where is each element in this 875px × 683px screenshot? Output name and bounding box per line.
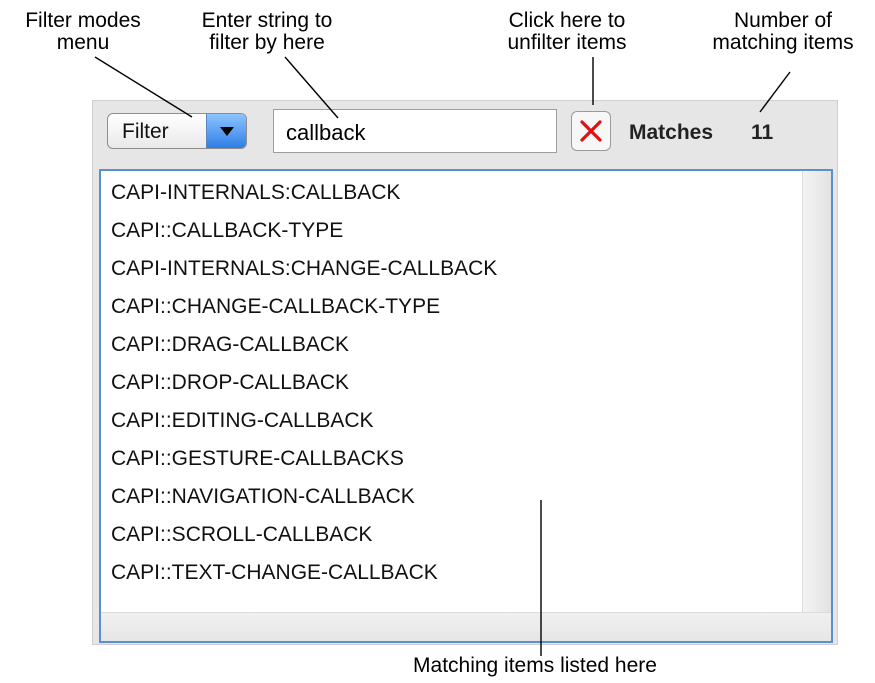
filter-modes-label: Filter: [122, 120, 169, 143]
annotation-unfilter: Click here to unfilter items: [507, 9, 627, 54]
matching-items-list[interactable]: CAPI-INTERNALS:CALLBACK CAPI::CALLBACK-T…: [99, 169, 833, 643]
list-item[interactable]: CAPI::TEXT-CHANGE-CALLBACK: [111, 561, 438, 585]
list-item[interactable]: CAPI::DRAG-CALLBACK: [111, 333, 349, 357]
list-item[interactable]: CAPI::NAVIGATION-CALLBACK: [111, 485, 415, 509]
matches-label: Matches: [629, 121, 714, 144]
filter-search-input[interactable]: callback: [273, 109, 557, 153]
annotation-filter-modes: Filter modes menu: [25, 9, 141, 54]
annotation-enter-string: Enter string to filter by here: [201, 9, 333, 54]
list-item[interactable]: CAPI::CALLBACK-TYPE: [111, 219, 343, 243]
horizontal-scrollbar[interactable]: [101, 612, 831, 641]
list-item[interactable]: CAPI::EDITING-CALLBACK: [111, 409, 374, 433]
list-item[interactable]: CAPI-INTERNALS:CHANGE-CALLBACK: [111, 257, 497, 281]
close-icon: [580, 120, 602, 142]
list-item[interactable]: CAPI-INTERNALS:CALLBACK: [111, 181, 400, 205]
list-item[interactable]: CAPI::CHANGE-CALLBACK-TYPE: [111, 295, 440, 319]
list-item[interactable]: CAPI::SCROLL-CALLBACK: [111, 523, 372, 547]
list-item[interactable]: CAPI::DROP-CALLBACK: [111, 371, 349, 395]
clear-filter-button[interactable]: [571, 111, 611, 151]
list-item[interactable]: CAPI::GESTURE-CALLBACKS: [111, 447, 404, 471]
annotation-matching-listed: Matching items listed here: [413, 654, 657, 677]
filter-modes-button[interactable]: Filter: [107, 113, 247, 149]
matches-count: 11: [751, 121, 774, 144]
filter-toolbar: Filter callback Matches 11: [93, 101, 837, 165]
annotation-matching-count: Number of matching items: [712, 9, 854, 54]
vertical-scrollbar[interactable]: [802, 171, 831, 615]
chevron-down-icon[interactable]: [206, 114, 246, 148]
filter-panel: Filter callback Matches 11 CAPI-INTERNAL…: [92, 100, 838, 645]
